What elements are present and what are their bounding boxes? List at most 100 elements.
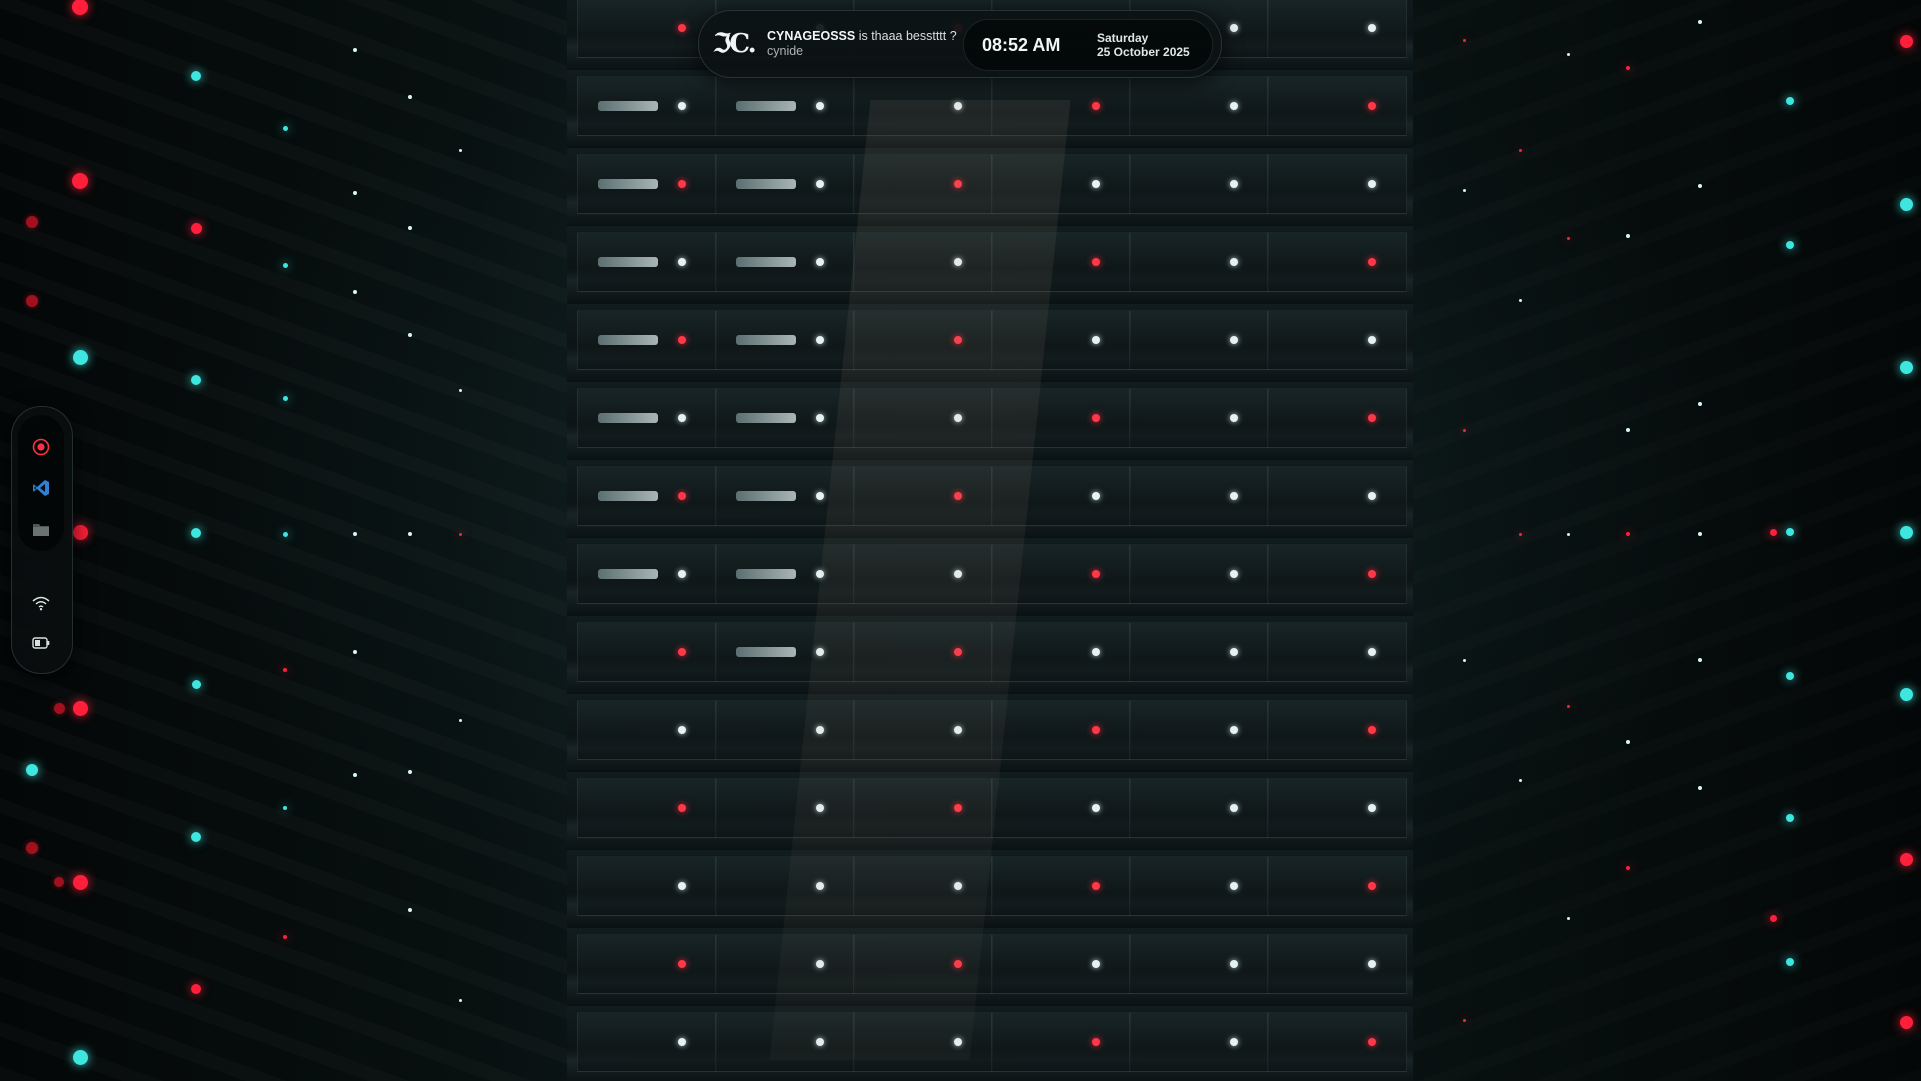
vscode-icon[interactable] [31,478,51,498]
rack-cell [1129,154,1269,214]
glow-particle [1462,658,1466,662]
glow-particle [191,679,201,689]
glow-particle [1899,525,1913,539]
glow-particle [408,770,412,774]
glow-particle [1786,241,1794,249]
glow-particle [1462,428,1466,432]
rack-cell [577,466,717,526]
rack-led [1368,570,1376,578]
media-title: CYNAGEOSSS [767,29,856,43]
rack-cell [577,232,717,292]
glow-particle [458,388,462,392]
screen-recorder-icon[interactable] [31,437,51,457]
rack-led [1230,336,1238,344]
rack-led [678,102,686,110]
rack-cart [736,413,796,423]
rack-cell [1267,154,1407,214]
rack-cell [715,76,855,136]
glow-particle [1566,916,1570,920]
rack-cell [577,1012,717,1072]
rack-led [1230,492,1238,500]
rack-cart [598,101,658,111]
rack-cart [598,257,658,267]
rack-led [1230,960,1238,968]
rack-cell [1267,778,1407,838]
rack-cell [577,0,717,58]
rack-led [1230,570,1238,578]
glow-particle [1698,658,1702,662]
glow-particle [458,718,462,722]
rack-led [1092,804,1100,812]
rack-led [1230,804,1238,812]
glow-particle [1786,814,1794,822]
rack-cell [1129,856,1269,916]
dock-apps [18,415,64,551]
rack-led [1368,492,1376,500]
jc-logo-icon[interactable]: ℑC. [713,25,756,63]
rack-led [1092,1038,1100,1046]
rack-led [1230,102,1238,110]
glow-particle [1626,740,1630,744]
rack-led [1092,726,1100,734]
rack-led [1092,960,1100,968]
rack-cell [577,544,717,604]
clock-time: 08:52 AM [982,35,1061,55]
rack-cart [736,335,796,345]
glow-particle [353,532,357,536]
rack-cell [1267,232,1407,292]
rack-led [1368,960,1376,968]
glow-particle [282,395,288,401]
rack-cell [1267,0,1407,58]
rack-row [567,1006,1413,1081]
file-manager-icon[interactable] [31,519,51,539]
glow-particle [1566,52,1570,56]
rack-row [567,928,1413,1008]
rack-led [678,258,686,266]
glow-particle [1698,20,1702,24]
glow-particle [1899,197,1913,211]
rack-led [678,180,686,188]
rack-cell [1129,388,1269,448]
rack-cart [736,569,796,579]
rack-led [1368,1038,1376,1046]
rack-cell [1129,622,1269,682]
glow-particle [353,48,357,52]
glow-particle [282,125,288,131]
glow-particle [191,984,201,994]
glow-particle [1899,852,1913,866]
glow-particle [408,333,412,337]
rack-cell [991,778,1131,838]
glow-particle [54,877,64,887]
glow-particle [408,226,412,230]
glow-particle [1518,532,1522,536]
rack-led [1368,102,1376,110]
rack-cell [1129,232,1269,292]
glow-particle [1899,34,1913,48]
glow-particle [1626,234,1630,238]
rack-cell [1267,856,1407,916]
wifi-icon[interactable] [31,593,51,613]
rack-cell [1129,700,1269,760]
glow-particle [72,349,88,365]
media-title-suffix: is thaaa besstttt ? [855,29,957,43]
battery-icon[interactable] [31,633,51,653]
rack-cell [991,934,1131,994]
rack-led [1092,492,1100,500]
rack-cell [577,700,717,760]
rack-cell [577,934,717,994]
rack-cart [736,179,796,189]
clock-widget[interactable]: 08:52 AM Saturday 25 October 2025 [963,19,1213,71]
rack-led [816,102,824,110]
rack-cell [1129,466,1269,526]
rack-cell [991,1012,1131,1072]
rack-cell [1267,466,1407,526]
top-bar: ℑC. CYNAGEOSSS is thaaa besstttt ? cynid… [698,10,1222,78]
glow-particle [458,532,462,536]
glow-particle [72,173,88,189]
rack-led [1230,1038,1238,1046]
rack-led [1368,648,1376,656]
rack-led [1092,180,1100,188]
glow-particle [408,532,412,536]
rack-led [1230,180,1238,188]
glow-particle [26,216,38,228]
